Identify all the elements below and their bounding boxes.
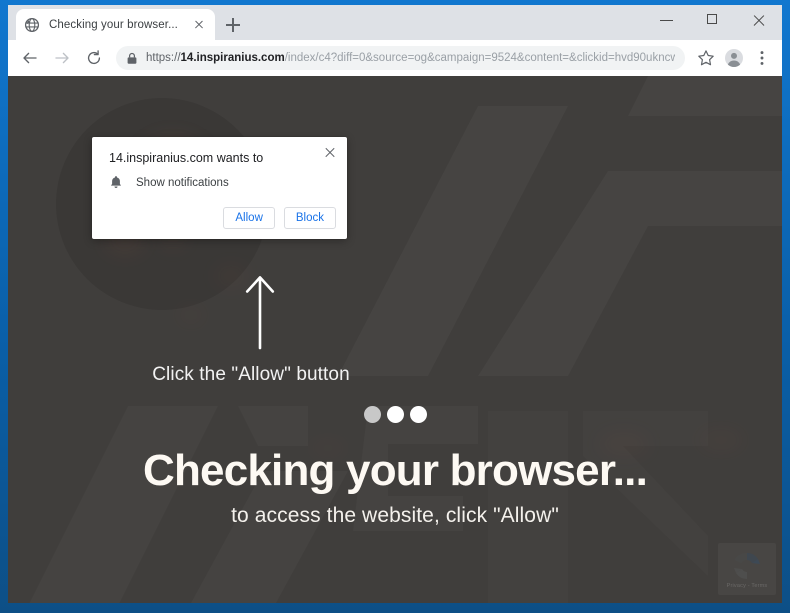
profile-avatar-icon[interactable] — [721, 45, 747, 71]
new-tab-button[interactable] — [221, 13, 245, 37]
window-controls — [644, 5, 782, 40]
lock-icon[interactable] — [126, 52, 138, 65]
notification-permission-dialog: 14.inspiranius.com wants to Show notific… — [92, 137, 347, 239]
permission-row: Show notifications — [109, 175, 229, 190]
bookmark-star-icon[interactable] — [693, 45, 719, 71]
three-dot-menu-icon[interactable] — [749, 45, 775, 71]
loading-dot — [386, 406, 404, 423]
allow-button[interactable]: Allow — [223, 207, 275, 229]
dialog-origin-text: 14.inspiranius.com wants to — [109, 151, 264, 165]
address-bar-text: https://14.inspiranius.com/index/c4?diff… — [146, 52, 675, 64]
tab-title: Checking your browser... — [49, 18, 178, 31]
back-button[interactable] — [16, 44, 44, 72]
recaptcha-label: Privacy - Terms — [726, 583, 768, 589]
loading-dot — [363, 406, 381, 423]
tab-strip: Checking your browser... — [8, 5, 782, 40]
browser-window: Checking your browser... https://14.insp… — [8, 5, 782, 603]
tab-close-icon[interactable] — [191, 17, 207, 33]
page-viewport: Click the "Allow" button Checking your b… — [8, 76, 782, 603]
loading-dots — [8, 406, 782, 423]
window-maximize-button[interactable] — [690, 5, 736, 36]
dialog-close-icon[interactable] — [321, 144, 339, 162]
globe-icon — [24, 17, 40, 33]
recaptcha-badge[interactable]: Privacy - Terms — [718, 543, 776, 595]
allow-hint-text: Click the "Allow" button — [8, 364, 782, 386]
bell-icon — [109, 175, 123, 190]
page-subtitle: to access the website, click "Allow" — [231, 504, 559, 527]
permission-label: Show notifications — [136, 176, 229, 189]
block-button[interactable]: Block — [283, 207, 336, 229]
browser-tab[interactable]: Checking your browser... — [16, 9, 215, 40]
arrow-up-icon — [244, 274, 276, 350]
browser-toolbar: https://14.inspiranius.com/index/c4?diff… — [8, 40, 782, 76]
allow-hint-label: Click the "Allow" button — [152, 364, 350, 385]
page-title: Checking your browser... — [142, 446, 648, 495]
window-minimize-button[interactable] — [644, 5, 690, 36]
address-bar[interactable]: https://14.inspiranius.com/index/c4?diff… — [116, 46, 685, 70]
window-close-button[interactable] — [736, 5, 782, 36]
loading-dot — [409, 406, 427, 423]
reload-button[interactable] — [80, 44, 108, 72]
forward-button[interactable] — [48, 44, 76, 72]
dialog-actions: Allow Block — [223, 207, 336, 229]
